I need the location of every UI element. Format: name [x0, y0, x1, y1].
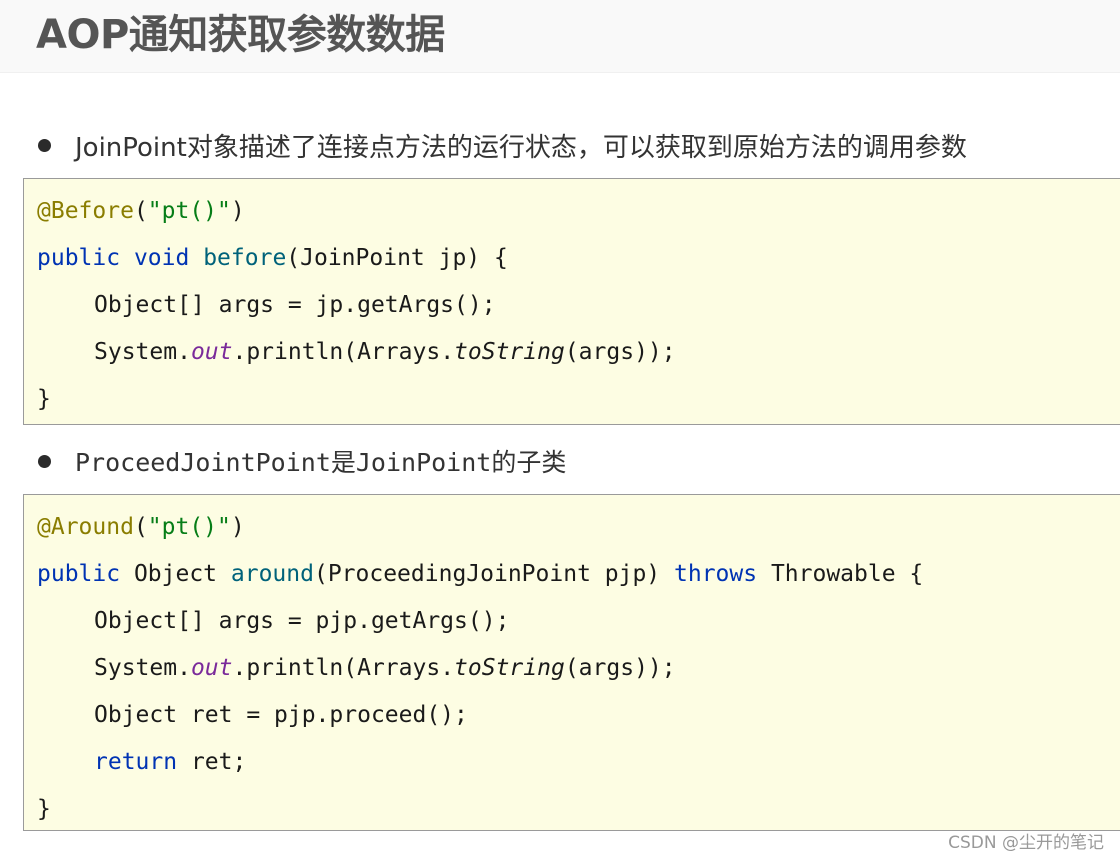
code-token: throws: [674, 561, 758, 587]
code-token: (: [133, 514, 148, 540]
code-token: void: [133, 245, 190, 271]
code-token: (: [133, 198, 148, 224]
code-line: System.out.println(Arrays.toString(args)…: [94, 651, 676, 685]
code-line: }: [37, 792, 51, 826]
code-token: toString: [454, 339, 565, 365]
code-block-before: @Before("pt()") public void before(JoinPo…: [23, 178, 1120, 425]
code-line: }: [37, 382, 51, 416]
code-token: public: [37, 245, 121, 271]
page-header: AOP通知获取参数数据: [0, 0, 1120, 73]
code-line: @Around("pt()"): [37, 510, 245, 544]
watermark: CSDN @尘开的笔记: [948, 833, 1104, 853]
code-token: System.: [94, 655, 191, 681]
code-line: public Object around(ProceedingJoinPoint…: [37, 557, 923, 591]
bullet-item-joinpoint: JoinPoint对象描述了连接点方法的运行状态，可以获取到原始方法的调用参数: [38, 125, 967, 165]
code-token: before: [203, 245, 287, 271]
code-token: out: [190, 655, 233, 681]
code-line: Object[] args = pjp.getArgs();: [94, 604, 509, 638]
bullet-text: JoinPoint对象描述了连接点方法的运行状态，可以获取到原始方法的调用参数: [75, 132, 967, 163]
code-token: .println(Arrays.: [232, 339, 455, 365]
bullet-item-proceed-joinpoint: ProceedJointPoint是JoinPoint的子类: [38, 441, 566, 481]
code-token: toString: [454, 655, 565, 681]
code-token: out: [190, 339, 233, 365]
code-line: public void before(JoinPoint jp) {: [37, 241, 508, 275]
code-line: System.out.println(Arrays.toString(args)…: [94, 335, 676, 369]
code-token: ): [230, 198, 245, 224]
code-token: .println(Arrays.: [232, 655, 455, 681]
code-token: Object[] args = pjp.getArgs();: [94, 608, 510, 634]
code-line: return ret;: [94, 745, 246, 779]
bullet-text: ProceedJointPoint是JoinPoint的子类: [75, 448, 567, 477]
code-token: Object[] args = jp.getArgs();: [94, 292, 496, 318]
code-token: "pt()": [147, 198, 231, 224]
code-token: @Around: [37, 514, 134, 540]
code-block-around: @Around("pt()") public Object around(Proc…: [23, 494, 1120, 831]
code-line: Object[] args = jp.getArgs();: [94, 288, 496, 322]
code-token: System.: [94, 339, 191, 365]
bullet-dot-icon: [38, 138, 51, 152]
code-token: return: [94, 749, 178, 775]
code-token: Throwable {: [757, 561, 924, 587]
code-token: (JoinPoint jp) {: [286, 245, 508, 271]
code-token: (ProceedingJoinPoint pjp): [313, 561, 674, 587]
code-token: Object: [120, 561, 231, 587]
page-title: AOP通知获取参数数据: [36, 12, 445, 58]
code-token: }: [37, 796, 51, 822]
code-line: Object ret = pjp.proceed();: [94, 698, 468, 732]
code-token: ): [230, 514, 245, 540]
code-token: public: [37, 561, 121, 587]
code-token: @Before: [37, 198, 134, 224]
code-token: (args));: [564, 339, 676, 365]
code-token: ret;: [177, 749, 247, 775]
code-token: }: [37, 386, 51, 412]
code-line: @Before("pt()"): [37, 194, 245, 228]
code-token: Object ret = pjp.proceed();: [94, 702, 468, 728]
code-token: "pt()": [147, 514, 231, 540]
bullet-dot-icon: [38, 454, 51, 468]
code-token: (args));: [564, 655, 676, 681]
code-token: around: [230, 561, 314, 587]
